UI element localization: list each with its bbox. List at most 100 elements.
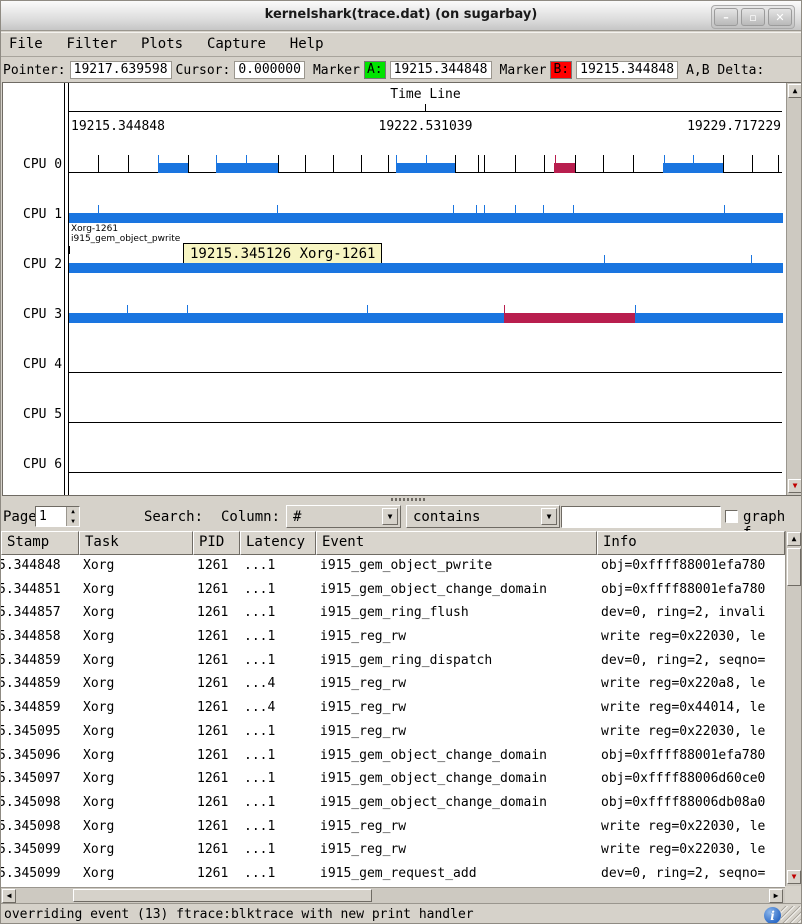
- table-row[interactable]: 5.344859Xorg1261...1i915_gem_ring_dispat…: [1, 650, 785, 674]
- table-cell: Xorg: [79, 771, 193, 791]
- graph-vscrollbar[interactable]: ▲ ▼: [786, 83, 802, 495]
- title-bar[interactable]: kernelshark(trace.dat) (on sugarbay) – ▫…: [1, 1, 801, 31]
- info-icon[interactable]: i: [764, 907, 781, 924]
- splitter-handle-icon[interactable]: [391, 498, 425, 501]
- column-header-info[interactable]: Info: [597, 531, 785, 555]
- table-row[interactable]: 5.344851Xorg1261...1i915_gem_object_chan…: [1, 579, 785, 603]
- table-row[interactable]: 5.344859Xorg1261...4i915_reg_rwwrite reg…: [1, 673, 785, 697]
- table-cell: i915_gem_request_add: [316, 866, 597, 886]
- table-cell: 5.345098: [1, 795, 76, 815]
- column-header-task[interactable]: Task: [79, 531, 193, 555]
- spin-down-icon[interactable]: ▼: [67, 517, 79, 527]
- scroll-left-icon[interactable]: ◀: [2, 889, 16, 903]
- table-row[interactable]: 5.345099Xorg1261...1i915_gem_request_add…: [1, 863, 785, 887]
- table-cell: obj=0xffff88001efa780: [597, 558, 785, 578]
- list-toolbar: Page 1 ▲ ▼ Search: Column: # ▼ contains …: [1, 503, 801, 531]
- scroll-down-icon[interactable]: ▼: [787, 870, 801, 884]
- chevron-down-icon[interactable]: ▼: [382, 508, 398, 525]
- table-row[interactable]: 5.345095Xorg1261...1i915_reg_rwwrite reg…: [1, 721, 785, 745]
- event-tick: [484, 205, 485, 223]
- event-tick: [305, 155, 306, 173]
- table-row[interactable]: 5.345097Xorg1261...1i915_gem_object_chan…: [1, 768, 785, 792]
- table-cell: write reg=0x22030, le: [597, 842, 785, 862]
- table-row[interactable]: 5.345096Xorg1261...1i915_gem_object_chan…: [1, 745, 785, 769]
- chevron-down-icon[interactable]: ▼: [541, 508, 557, 525]
- event-tick: [544, 155, 545, 173]
- table-cell: ...1: [240, 819, 316, 839]
- event-tick: [724, 205, 725, 223]
- table-cell: write reg=0x22030, le: [597, 819, 785, 839]
- table-row[interactable]: 5.345098Xorg1261...1i915_reg_rwwrite reg…: [1, 816, 785, 840]
- table-cell: write reg=0x22030, le: [597, 629, 785, 649]
- window-title: kernelshark(trace.dat) (on sugarbay): [1, 7, 801, 22]
- search-input[interactable]: [561, 506, 721, 528]
- table-cell: i915_gem_object_pwrite: [316, 558, 597, 578]
- table-row[interactable]: 5.344859Xorg1261...4i915_reg_rwwrite reg…: [1, 697, 785, 721]
- table-cell: 5.344858: [1, 629, 76, 649]
- table-hscrollbar[interactable]: ◀ ▶: [1, 887, 785, 903]
- graph-follows-checkbox[interactable]: [725, 510, 738, 523]
- hscroll-thumb[interactable]: [73, 889, 372, 902]
- table-row[interactable]: 5.344848Xorg1261...1i915_gem_object_pwri…: [1, 555, 785, 579]
- match-select[interactable]: contains ▼: [406, 505, 560, 528]
- event-tick: [543, 205, 544, 223]
- column-select[interactable]: # ▼: [286, 505, 401, 528]
- maximize-icon[interactable]: ▫: [741, 8, 765, 26]
- marker-b-value: 19215.344848: [576, 61, 678, 79]
- window-controls: – ▫ ✕: [711, 5, 795, 29]
- table-row[interactable]: 5.344857Xorg1261...1i915_gem_ring_flushd…: [1, 602, 785, 626]
- spin-up-icon[interactable]: ▲: [67, 507, 79, 517]
- table-row[interactable]: 5.345098Xorg1261...1i915_gem_object_chan…: [1, 792, 785, 816]
- event-table[interactable]: 5.344848Xorg1261...1i915_gem_object_pwri…: [1, 555, 785, 887]
- plot-area[interactable]: Time Line 19215.344848 19222.531039 1922…: [68, 83, 782, 495]
- table-vscrollbar[interactable]: ▲ ▼: [785, 531, 801, 886]
- cursor-label: Cursor:: [176, 63, 231, 78]
- table-cell: 1261: [193, 700, 240, 720]
- cpu-row-label: CPU 4: [23, 357, 62, 372]
- event-tick: [361, 155, 362, 173]
- minimize-icon[interactable]: –: [714, 8, 738, 26]
- table-row[interactable]: 5.345099Xorg1261...1i915_reg_rwwrite reg…: [1, 839, 785, 863]
- column-header-stamp[interactable]: Stamp: [1, 531, 79, 555]
- column-header-event[interactable]: Event: [316, 531, 597, 555]
- table-cell: Xorg: [79, 676, 193, 696]
- scroll-up-icon[interactable]: ▲: [787, 532, 801, 546]
- resize-grip-icon[interactable]: [781, 906, 801, 924]
- table-cell: dev=0, ring=2, seqno=: [597, 866, 785, 886]
- menu-capture[interactable]: Capture: [199, 32, 274, 56]
- menu-filter[interactable]: Filter: [59, 32, 126, 56]
- column-label: Column:: [221, 509, 280, 525]
- vscroll-thumb[interactable]: [787, 548, 801, 586]
- close-icon[interactable]: ✕: [768, 8, 792, 26]
- column-header-latency[interactable]: Latency: [240, 531, 316, 555]
- scroll-down-icon[interactable]: ▼: [788, 479, 802, 493]
- pane-splitter[interactable]: [1, 496, 801, 503]
- table-row[interactable]: 5.344858Xorg1261...1i915_reg_rwwrite reg…: [1, 626, 785, 650]
- event-tick: [278, 155, 279, 173]
- event-tick: [635, 305, 636, 323]
- menu-file[interactable]: File: [1, 32, 51, 56]
- pointer-label: Pointer:: [3, 63, 66, 78]
- cpu-row-label: CPU 2: [23, 257, 62, 272]
- scroll-right-icon[interactable]: ▶: [769, 889, 783, 903]
- table-cell: ...4: [240, 700, 316, 720]
- table-cell: i915_gem_object_change_domain: [316, 795, 597, 815]
- table-cell: 5.345099: [1, 866, 76, 886]
- table-cell: Xorg: [79, 605, 193, 625]
- event-tick: [367, 305, 368, 323]
- marker-b-key[interactable]: B:: [550, 61, 572, 79]
- marker-a-key[interactable]: A:: [364, 61, 386, 79]
- menu-plots[interactable]: Plots: [133, 32, 191, 56]
- scroll-up-icon[interactable]: ▲: [788, 84, 802, 98]
- table-cell: write reg=0x220a8, le: [597, 676, 785, 696]
- timeline-graph-panel[interactable]: CPU 0CPU 1CPU 2CPU 3CPU 4CPU 5CPU 6 Time…: [2, 82, 802, 496]
- table-cell: i915_reg_rw: [316, 700, 597, 720]
- page-value: 1: [39, 509, 47, 524]
- column-header-pid[interactable]: PID: [193, 531, 240, 555]
- event-tick: [216, 155, 217, 173]
- table-cell: write reg=0x22030, le: [597, 724, 785, 744]
- event-tick: [504, 305, 505, 323]
- table-cell: 5.345098: [1, 819, 76, 839]
- page-spinner[interactable]: 1 ▲ ▼: [35, 506, 80, 527]
- menu-help[interactable]: Help: [282, 32, 332, 56]
